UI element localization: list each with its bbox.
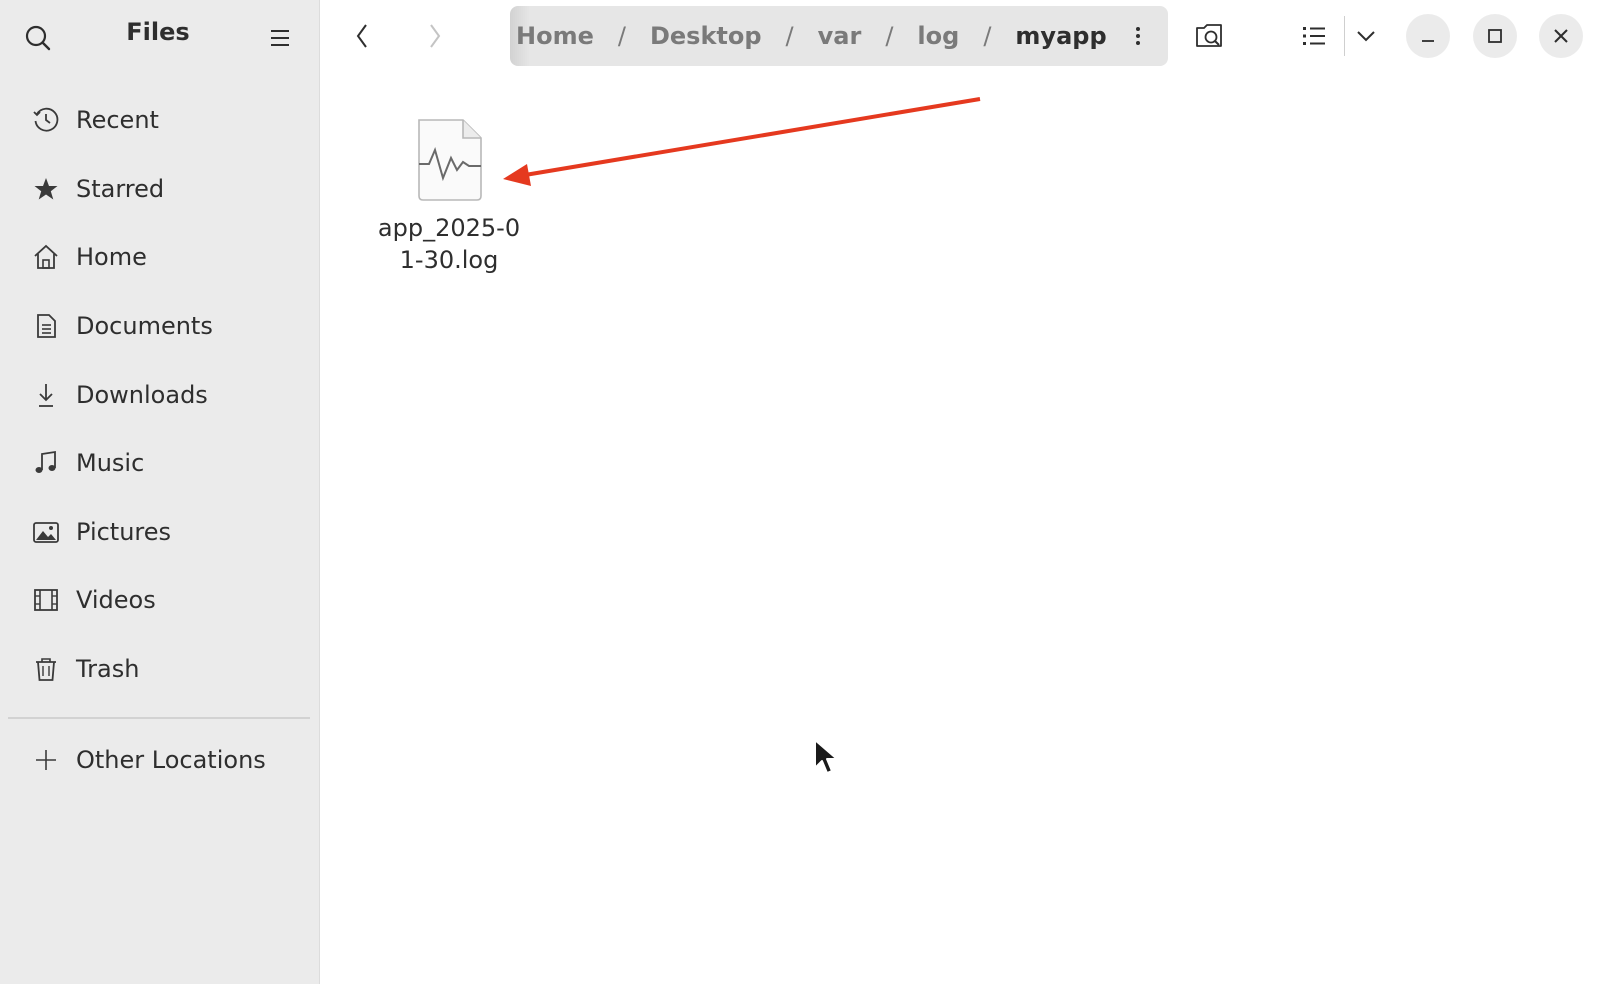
sidebar-item-label: Other Locations xyxy=(76,746,266,774)
chevron-down-icon xyxy=(1357,31,1375,42)
breadcrumb-myapp[interactable]: myapp xyxy=(1009,22,1112,50)
file-name: app_2025-01-30.log xyxy=(377,214,521,274)
minimize-button[interactable] xyxy=(1406,14,1450,58)
document-icon xyxy=(32,312,60,340)
view-separator xyxy=(1344,16,1345,56)
sidebar-item-downloads[interactable]: Downloads xyxy=(0,360,320,429)
sidebar-divider xyxy=(8,717,310,719)
minimize-icon xyxy=(1422,40,1434,42)
close-button[interactable] xyxy=(1539,14,1583,58)
header-bar: Home / Desktop / var / log / myapp xyxy=(320,0,1600,72)
file-view[interactable]: app_2025-01-30.log xyxy=(321,72,1600,984)
sidebar-item-label: Home xyxy=(76,243,147,272)
breadcrumb-separator: / xyxy=(617,22,626,50)
trash-icon xyxy=(32,655,60,683)
list-view-icon xyxy=(1303,27,1325,45)
sidebar-item-label: Starred xyxy=(76,174,165,203)
forward-button[interactable] xyxy=(415,18,455,54)
star-icon xyxy=(32,175,60,203)
list-view-button[interactable] xyxy=(1294,18,1334,54)
sidebar-item-label: Documents xyxy=(76,312,213,341)
sidebar-item-starred[interactable]: Starred xyxy=(0,155,320,224)
log-file-icon xyxy=(418,119,482,201)
breadcrumb-home[interactable]: Home xyxy=(510,22,600,50)
folder-search-icon xyxy=(1196,24,1222,47)
search-folder-button[interactable] xyxy=(1190,18,1230,54)
sidebar-item-home[interactable]: Home xyxy=(0,223,320,292)
breadcrumb: Home / Desktop / var / log / myapp xyxy=(510,6,1168,66)
sidebar-item-label: Videos xyxy=(76,586,156,615)
back-button[interactable] xyxy=(342,18,382,54)
sidebar-item-other-locations[interactable]: Other Locations xyxy=(0,726,320,794)
chevron-right-icon xyxy=(430,24,441,48)
maximize-icon xyxy=(1488,29,1502,43)
sidebar: Files Recent Starred Home Documents Down… xyxy=(0,0,320,984)
breadcrumb-desktop[interactable]: Desktop xyxy=(644,22,768,50)
breadcrumb-separator: / xyxy=(983,22,992,50)
sidebar-item-label: Music xyxy=(76,449,145,478)
file-manager-window: Files Recent Starred Home Documents Down… xyxy=(0,0,1600,984)
hamburger-menu-icon[interactable] xyxy=(264,22,296,54)
sidebar-item-videos[interactable]: Videos xyxy=(0,566,320,635)
sidebar-item-label: Downloads xyxy=(76,380,208,409)
sidebar-item-label: Pictures xyxy=(76,517,172,546)
breadcrumb-log[interactable]: log xyxy=(911,22,965,50)
breadcrumb-var[interactable]: var xyxy=(812,22,868,50)
maximize-button[interactable] xyxy=(1473,14,1517,58)
music-note-icon xyxy=(32,449,60,477)
close-icon xyxy=(1554,29,1568,43)
sidebar-item-label: Recent xyxy=(76,106,159,135)
vertical-dots-icon xyxy=(1136,27,1140,45)
sidebar-header: Files xyxy=(0,0,320,72)
sidebar-item-pictures[interactable]: Pictures xyxy=(0,498,320,567)
film-icon xyxy=(32,586,60,614)
sidebar-item-documents[interactable]: Documents xyxy=(0,292,320,361)
breadcrumb-separator: / xyxy=(785,22,794,50)
plus-icon xyxy=(32,746,60,774)
breadcrumb-separator: / xyxy=(885,22,894,50)
sidebar-places-list: Recent Starred Home Documents Downloads … xyxy=(0,86,320,703)
mouse-pointer-icon xyxy=(814,739,838,774)
picture-icon xyxy=(32,518,60,546)
file-item[interactable]: app_2025-01-30.log xyxy=(369,116,529,276)
home-icon xyxy=(32,243,60,271)
clock-icon xyxy=(32,106,60,134)
sidebar-item-music[interactable]: Music xyxy=(0,429,320,498)
sidebar-item-recent[interactable]: Recent xyxy=(0,86,320,155)
sidebar-item-label: Trash xyxy=(76,655,140,684)
download-icon xyxy=(32,381,60,409)
sidebar-item-trash[interactable]: Trash xyxy=(0,635,320,704)
path-menu-button[interactable] xyxy=(1122,20,1154,52)
view-options-button[interactable] xyxy=(1346,18,1386,54)
chevron-left-icon xyxy=(356,24,367,48)
